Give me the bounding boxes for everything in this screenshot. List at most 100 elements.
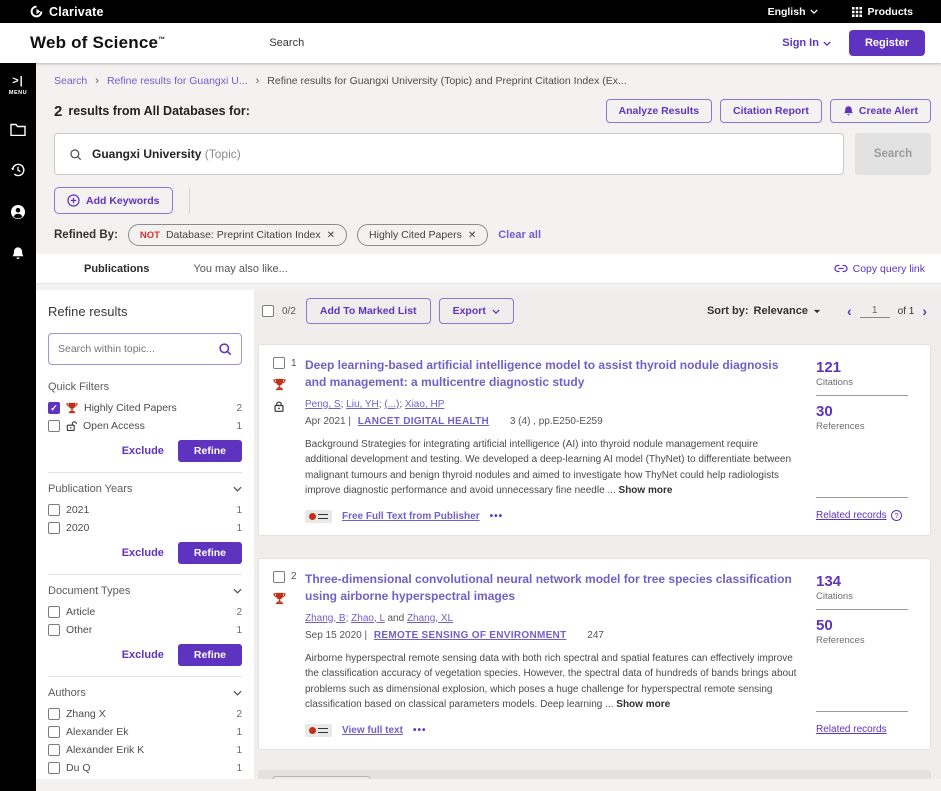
section-title: Authors (48, 687, 86, 699)
checkbox[interactable] (48, 522, 60, 534)
references-count[interactable]: 50 (816, 617, 916, 634)
filter-author[interactable]: Zhang X 2 (48, 708, 242, 720)
filter-author[interactable]: Alexander Ek 1 (48, 726, 242, 738)
author-link[interactable]: Xiao, HP (405, 399, 444, 410)
more-authors-link[interactable]: (...) (384, 399, 399, 410)
checkbox[interactable] (48, 606, 60, 618)
add-to-marked-list-button[interactable]: Add To Marked List (306, 298, 431, 324)
section-header[interactable]: Document Types (48, 585, 242, 597)
show-more-link[interactable]: Show more (619, 485, 673, 496)
full-text-link[interactable]: Free Full Text from Publisher (342, 511, 480, 522)
products-menu[interactable]: Products (852, 6, 913, 18)
chevron-down-icon[interactable] (233, 690, 242, 696)
refine-button[interactable]: Refine (178, 440, 242, 462)
breadcrumb-search[interactable]: Search (54, 75, 87, 87)
result-checkbox[interactable] (273, 357, 285, 369)
journal-link[interactable]: LANCET DIGITAL HEALTH (358, 416, 489, 427)
refine-button[interactable]: Refine (178, 644, 242, 666)
author-link[interactable]: Zhao, L (351, 613, 385, 624)
sort-by-dropdown[interactable]: Sort by: Relevance (707, 305, 821, 317)
close-icon[interactable] (327, 230, 335, 241)
clear-all-link[interactable]: Clear all (498, 229, 541, 241)
checkbox[interactable] (48, 762, 60, 774)
search-query-box[interactable]: Guangxi University (Topic) (54, 133, 844, 175)
checkbox[interactable] (48, 504, 60, 516)
result-title-link[interactable]: Three-dimensional convolutional neural n… (305, 571, 798, 606)
add-keywords-button[interactable]: Add Keywords (54, 187, 173, 214)
checkbox[interactable] (48, 726, 60, 738)
wos-logo[interactable]: Web of Science™ (30, 33, 165, 53)
result-authors: Zhang, B; Zhao, L and Zhang, XL (305, 613, 798, 624)
section-header[interactable]: Authors (48, 687, 242, 699)
checkbox[interactable] (48, 708, 60, 720)
checkbox[interactable] (48, 624, 60, 636)
chevron-down-icon[interactable] (233, 588, 242, 594)
result-authors: Peng, S; Liu, YH; (...); Xiao, HP (305, 399, 798, 410)
author-link[interactable]: Liu, YH (346, 399, 379, 410)
analyze-results-button[interactable]: Analyze Results (606, 99, 713, 123)
alerts-bell-icon[interactable] (11, 246, 25, 261)
result-checkbox[interactable] (273, 571, 285, 583)
expand-menu-button[interactable]: MENU (9, 75, 27, 96)
exclude-link[interactable]: Exclude (122, 649, 164, 661)
full-text-link[interactable]: View full text (342, 725, 403, 736)
result-title-link[interactable]: Deep learning-based artificial intellige… (305, 357, 798, 392)
search-submit-button[interactable]: Search (855, 133, 931, 175)
help-icon[interactable] (891, 510, 902, 521)
more-options-button[interactable]: ••• (413, 725, 427, 736)
section-header[interactable]: Publication Years (48, 483, 242, 495)
author-link[interactable]: Zhang, XL (407, 613, 453, 624)
more-options-button[interactable]: ••• (490, 511, 504, 522)
citations-count[interactable]: 134 (816, 573, 916, 590)
author-link[interactable]: Peng, S (305, 399, 341, 410)
page-size-dropdown[interactable]: Page size 50 (272, 776, 371, 779)
clarivate-brand[interactable]: Clarivate (30, 5, 104, 19)
language-selector[interactable]: English (768, 6, 819, 18)
citations-count[interactable]: 121 (816, 359, 916, 376)
author-link[interactable]: Zhang, B (305, 613, 346, 624)
related-records-link[interactable]: Related records (816, 724, 887, 735)
create-alert-button[interactable]: Create Alert (830, 99, 931, 123)
breadcrumb-refine-short[interactable]: Refine results for Guangxi U... (107, 75, 248, 87)
folder-icon[interactable] (10, 122, 26, 136)
journal-link[interactable]: REMOTE SENSING OF ENVIRONMENT (374, 630, 567, 641)
chevron-down-icon[interactable] (233, 486, 242, 492)
show-more-link[interactable]: Show more (616, 699, 670, 710)
refine-button[interactable]: Refine (178, 542, 242, 564)
tab-publications[interactable]: Publications (84, 263, 149, 275)
select-all-checkbox[interactable] (262, 305, 274, 317)
citation-report-button[interactable]: Citation Report (720, 99, 822, 123)
register-button[interactable]: Register (849, 30, 925, 56)
copy-query-link[interactable]: Copy query link (834, 263, 925, 275)
filter-highly-cited[interactable]: Highly Cited Papers 2 (48, 402, 242, 414)
search-icon[interactable] (218, 342, 232, 356)
search-within-topic-input[interactable] (58, 343, 212, 355)
export-button[interactable]: Export (439, 298, 514, 324)
filter-2020[interactable]: 2020 1 (48, 522, 242, 534)
filter-2021[interactable]: 2021 1 (48, 504, 242, 516)
checkbox[interactable] (48, 420, 60, 432)
page-number-input[interactable]: 1 (860, 305, 890, 318)
account-icon[interactable] (10, 204, 26, 220)
filter-article[interactable]: Article 2 (48, 606, 242, 618)
exclude-link[interactable]: Exclude (122, 445, 164, 457)
filter-open-access[interactable]: Open Access 1 (48, 420, 242, 432)
checkbox[interactable] (48, 744, 60, 756)
sign-in-button[interactable]: Sign In (782, 37, 831, 49)
filter-author[interactable]: Du Q 1 (48, 762, 242, 774)
checkbox-checked[interactable] (48, 402, 60, 414)
previous-page-icon[interactable] (847, 304, 852, 318)
tab-you-may-also-like[interactable]: You may also like... (193, 263, 287, 275)
close-icon[interactable] (468, 230, 476, 241)
history-icon[interactable] (10, 162, 26, 178)
search-within-topic-box[interactable] (48, 333, 242, 365)
nav-search[interactable]: Search (269, 37, 304, 49)
filter-other[interactable]: Other 1 (48, 624, 242, 636)
filter-chip-database[interactable]: NOT Database: Preprint Citation Index (128, 224, 347, 246)
filter-chip-highly-cited[interactable]: Highly Cited Papers (357, 224, 488, 246)
next-page-icon[interactable] (922, 304, 927, 318)
related-records-link[interactable]: Related records (816, 510, 887, 521)
references-count[interactable]: 30 (816, 403, 916, 420)
filter-author[interactable]: Alexander Erik K 1 (48, 744, 242, 756)
exclude-link[interactable]: Exclude (122, 547, 164, 559)
